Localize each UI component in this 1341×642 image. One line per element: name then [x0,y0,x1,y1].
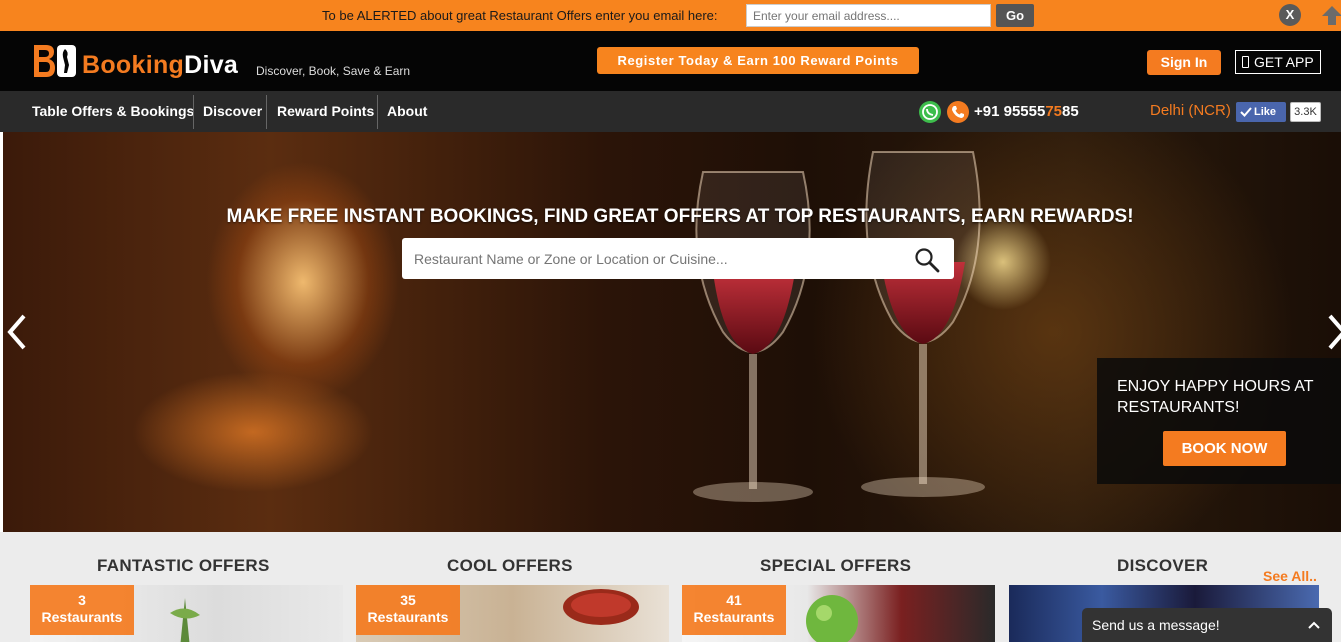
restaurant-count: 41 [726,592,742,608]
carousel-prev-icon[interactable] [6,312,28,352]
alert-close-button[interactable]: X [1279,4,1301,26]
offer-card-cool[interactable]: 35 Restaurants [356,585,669,642]
restaurant-count-unit: Restaurants [41,609,123,625]
restaurant-count-badge: 35 Restaurants [356,585,460,635]
offer-card-special[interactable]: 41 Restaurants [682,585,995,642]
section-title-cool-offers: COOL OFFERS [447,556,573,575]
carousel-next-icon[interactable] [1326,312,1341,352]
herb-image [170,598,200,642]
logo-text[interactable]: BookingDiva [82,51,238,80]
bookingdiva-logo-icon[interactable] [32,43,78,79]
promo-box: ENJOY HAPPY HOURS AT RESTAURANTS! BOOK N… [1097,358,1341,484]
logo-text-part2: Diva [184,51,239,79]
whatsapp-icon[interactable] [918,100,942,124]
hero-banner: MAKE FREE INSTANT BOOKINGS, FIND GREAT O… [3,132,1341,532]
nav-item-reward-points[interactable]: Reward Points [277,91,374,132]
search-icon[interactable] [914,247,940,273]
register-button[interactable]: Register Today & Earn 100 Reward Points [597,47,919,74]
fruit-image [806,595,858,642]
food-bowl-image [563,589,639,625]
nav-item-table-offers[interactable]: Table Offers & Bookings [32,91,194,132]
site-header: BookingDiva Discover, Book, Save & Earn … [0,31,1341,91]
nav-divider [193,95,194,129]
hero-headline: MAKE FREE INSTANT BOOKINGS, FIND GREAT O… [226,206,1134,227]
phone-suffix: 85 [1062,103,1079,120]
chevron-up-icon[interactable] [1308,620,1320,630]
scroll-up-icon[interactable] [1320,4,1341,26]
section-title-special-offers: SPECIAL OFFERS [760,556,912,575]
mobile-phone-icon [1242,56,1249,68]
phone-highlight: 75 [1045,103,1063,120]
phone-prefix: +91 95555 [974,103,1046,120]
tagline: Discover, Book, Save & Earn [256,64,411,78]
restaurant-count-unit: Restaurants [367,609,449,625]
get-app-label: GET APP [1254,54,1314,70]
city-selector[interactable]: Delhi (NCR) [1150,102,1231,119]
phone-number[interactable]: +91 955557585 [974,103,1079,120]
alert-text: To be ALERTED about great Restaurant Off… [322,8,718,23]
promo-text: ENJOY HAPPY HOURS AT RESTAURANTS! [1117,378,1314,416]
get-app-button[interactable]: GET APP [1235,50,1321,74]
main-nav: Table Offers & Bookings Discover Reward … [0,91,1341,132]
facebook-like-button[interactable]: Like [1236,102,1286,122]
book-now-button[interactable]: BOOK NOW [1163,431,1286,466]
chat-label: Send us a message! [1092,617,1220,633]
nav-item-discover[interactable]: Discover [203,91,262,132]
restaurant-count: 35 [400,592,416,608]
hero-search-box [402,238,954,279]
nav-divider [377,95,378,129]
alert-go-button[interactable]: Go [996,4,1034,27]
restaurant-count-badge: 41 Restaurants [682,585,786,635]
nav-item-about[interactable]: About [387,91,427,132]
offer-card-fantastic[interactable]: 3 Restaurants [30,585,343,642]
restaurant-count-unit: Restaurants [693,609,775,625]
alert-bar: To be ALERTED about great Restaurant Off… [0,0,1341,31]
alert-email-input[interactable] [746,4,991,27]
restaurant-count-badge: 3 Restaurants [30,585,134,635]
facebook-like-count: 3.3K [1290,102,1321,122]
facebook-like-label: Like [1254,106,1277,118]
wine-glasses-image [693,151,985,502]
logo-text-part1: Booking [82,51,185,79]
check-icon [1240,107,1252,117]
section-title-discover: DISCOVER [1117,556,1209,575]
chat-widget[interactable]: Send us a message! [1082,608,1332,642]
restaurant-search-input[interactable] [402,238,902,279]
sign-in-button[interactable]: Sign In [1147,50,1221,75]
section-title-fantastic-offers: FANTASTIC OFFERS [97,556,270,575]
phone-call-icon[interactable] [946,100,970,124]
see-all-link[interactable]: See All.. [1263,568,1317,584]
restaurant-count: 3 [78,592,86,608]
nav-divider [266,95,267,129]
